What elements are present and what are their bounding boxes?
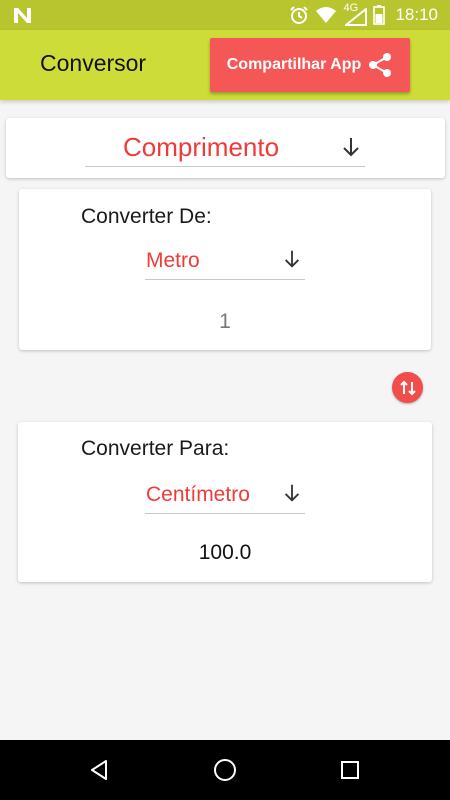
convert-from-label: Converter De: (81, 205, 212, 228)
back-icon (91, 760, 107, 780)
convert-to-card: Converter Para: Centímetro 100.0 (18, 422, 432, 582)
signal-icon (345, 8, 368, 26)
app-title: Conversor (40, 50, 147, 76)
arrow-down-icon (343, 138, 359, 157)
to-unit-spinner[interactable]: Centímetro (145, 475, 305, 514)
from-unit-selected: Metro (146, 249, 200, 272)
navigation-bar (0, 740, 450, 800)
nav-back-button[interactable] (85, 755, 115, 785)
arrow-down-icon (284, 250, 300, 268)
from-unit-spinner[interactable]: Metro (145, 241, 305, 280)
category-spinner[interactable]: Comprimento (85, 126, 365, 167)
swap-vertical-icon (399, 380, 416, 395)
n-notification-icon (14, 8, 31, 23)
to-value-output: 100.0 (198, 541, 252, 564)
status-bar: 4G 18:10 (0, 0, 450, 30)
share-app-button[interactable]: Compartilhar App (210, 38, 410, 92)
status-time: 18:10 (395, 5, 438, 24)
convert-to-label: Converter Para: (81, 437, 230, 460)
alarm-icon (290, 6, 309, 24)
wifi-icon (316, 7, 337, 23)
battery-icon (373, 5, 386, 25)
nav-home-button[interactable] (210, 755, 240, 785)
arrow-down-icon (284, 484, 300, 502)
category-card: Comprimento (6, 118, 445, 178)
from-value-input[interactable]: 1 (19, 310, 431, 334)
nav-recent-apps-button[interactable] (335, 755, 365, 785)
to-unit-selected: Centímetro (146, 483, 250, 506)
share-button-label: Compartilhar App (226, 56, 362, 73)
share-icon (369, 53, 392, 77)
signal-indicator: 4G (343, 2, 368, 26)
recent-apps-icon (341, 761, 359, 779)
category-selected: Comprimento (123, 132, 280, 162)
convert-from-card: Converter De: Metro 1 (19, 189, 431, 350)
home-icon (214, 759, 236, 781)
app-bar: Conversor Compartilhar App (0, 30, 450, 100)
status-icons: 4G 18:10 (289, 0, 438, 30)
swap-units-button[interactable] (392, 372, 423, 403)
